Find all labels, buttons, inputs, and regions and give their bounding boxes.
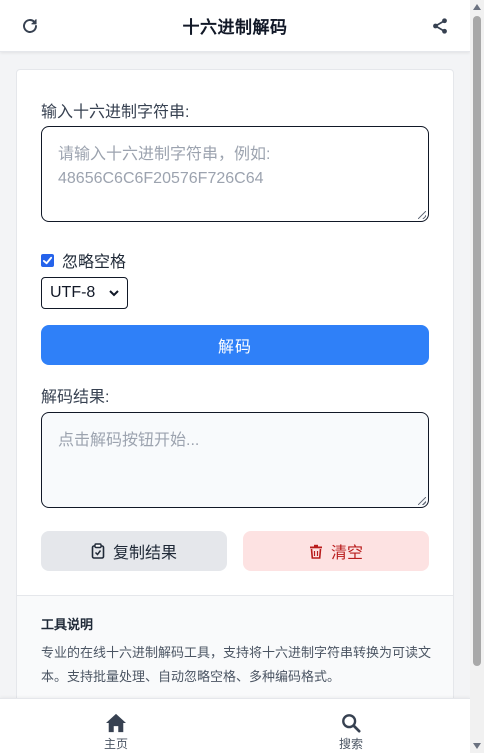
- result-placeholder: 点击解码按钮开始...: [58, 432, 200, 449]
- result-label: 解码结果:: [41, 389, 110, 406]
- copy-result-button[interactable]: 复制结果: [41, 531, 227, 571]
- info-description: 专业的在线十六进制解码工具，支持将十六进制字符串转换为可读文本。支持批量处理、自…: [41, 645, 432, 684]
- scrollbar-thumb[interactable]: [473, 16, 481, 666]
- nav-search[interactable]: 搜索: [339, 713, 363, 752]
- hex-input-placeholder: 请输入十六进制字符串，例如: 48656C6C6F20576F726C64: [58, 146, 275, 187]
- info-title: 工具说明: [41, 617, 94, 632]
- scrollbar[interactable]: [470, 0, 484, 753]
- tool-description: 工具说明 专业的在线十六进制解码工具，支持将十六进制字符串转换为可读文本。支持批…: [17, 595, 453, 708]
- home-icon: [106, 713, 126, 733]
- result-output[interactable]: 点击解码按钮开始...: [41, 412, 429, 508]
- resize-grip[interactable]: [418, 211, 426, 219]
- chevron-down-icon: [109, 290, 119, 297]
- resize-grip[interactable]: [418, 497, 426, 505]
- page-title: 十六进制解码: [182, 18, 288, 37]
- nav-home[interactable]: 主页: [104, 713, 128, 752]
- decode-button[interactable]: 解码: [41, 325, 429, 365]
- copy-result-label: 复制结果: [112, 545, 177, 562]
- decoder-card: 输入十六进制字符串: 请输入十六进制字符串，例如: 48656C6C6F2057…: [16, 69, 454, 709]
- refresh-icon[interactable]: [18, 14, 42, 38]
- encoding-selected-value: UTF-8: [50, 284, 96, 301]
- ignore-spaces-row[interactable]: 忽略空格: [41, 248, 126, 272]
- clipboard-icon: [91, 543, 105, 559]
- nav-search-label: 搜索: [339, 737, 364, 751]
- ignore-spaces-label: 忽略空格: [62, 254, 127, 271]
- action-buttons: 复制结果 清空: [41, 531, 429, 571]
- top-bar: 十六进制解码: [0, 0, 470, 52]
- bottom-nav: 主页 搜索: [0, 698, 470, 753]
- input-label: 输入十六进制字符串:: [41, 104, 190, 121]
- ignore-spaces-checkbox[interactable]: [41, 253, 54, 267]
- nav-home-label: 主页: [104, 737, 129, 751]
- scroll-up-arrow[interactable]: [473, 4, 481, 10]
- share-icon[interactable]: [428, 14, 452, 38]
- scroll-down-arrow[interactable]: [473, 743, 481, 749]
- clear-button[interactable]: 清空: [243, 531, 429, 571]
- search-icon: [342, 714, 361, 733]
- hex-input[interactable]: 请输入十六进制字符串，例如: 48656C6C6F20576F726C64: [41, 126, 429, 222]
- trash-icon: [309, 544, 322, 559]
- encoding-select[interactable]: UTF-8: [41, 277, 128, 309]
- clear-label: 清空: [330, 545, 363, 562]
